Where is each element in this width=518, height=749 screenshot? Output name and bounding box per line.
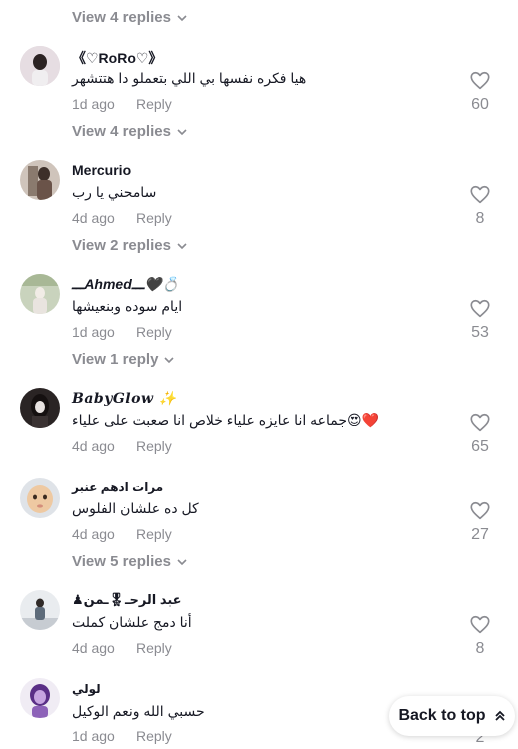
comment-meta: 4d ago Reply (72, 640, 172, 656)
comment-date: 1d ago (72, 96, 115, 112)
comment-text: حسبي الله ونعم الوكيل (72, 703, 205, 719)
comment-meta: 1d ago Reply (72, 728, 172, 744)
like-button[interactable]: 8 (462, 614, 498, 658)
comment-meta: 1d ago Reply (72, 324, 172, 340)
avatar[interactable] (20, 46, 60, 86)
reply-button[interactable]: Reply (136, 526, 172, 542)
avatar[interactable] (20, 388, 60, 428)
comment-text: أنا دمج علشان كملت (72, 614, 192, 630)
comment-meta: 4d ago Reply (72, 526, 172, 542)
avatar-image (20, 678, 60, 718)
heart-icon (470, 413, 490, 432)
reply-button[interactable]: Reply (136, 438, 172, 454)
comment-meta: 1d ago Reply (72, 96, 172, 112)
back-to-top-button[interactable]: Back to top (389, 696, 515, 736)
reply-button[interactable]: Reply (136, 640, 172, 656)
comment-username[interactable]: ♟عبد الرحـ🎖ـمن (72, 592, 182, 608)
heart-icon (470, 299, 490, 318)
comment-text: سامحني يا رب (72, 184, 157, 200)
reply-button[interactable]: Reply (136, 210, 172, 226)
like-button[interactable]: 27 (462, 500, 498, 544)
comment-username[interactable]: Mercurio (72, 162, 131, 178)
comment-date: 4d ago (72, 526, 115, 542)
heart-icon (470, 501, 490, 520)
reply-button[interactable]: Reply (136, 728, 172, 744)
comment-date: 4d ago (72, 640, 115, 656)
view-replies-label: View 4 replies (72, 123, 171, 140)
comment-date: 4d ago (72, 210, 115, 226)
chevron-down-icon (177, 558, 187, 565)
chevron-down-icon (177, 14, 187, 21)
avatar[interactable] (20, 478, 60, 518)
like-count: 60 (471, 96, 489, 113)
avatar-image (20, 46, 60, 86)
view-replies-label: View 5 replies (72, 553, 171, 570)
comment-username[interactable]: 《♡RoRo♡》 (72, 48, 162, 68)
avatar[interactable] (20, 678, 60, 718)
double-chevron-up-icon (494, 710, 505, 721)
comment-date: 1d ago (72, 728, 115, 744)
view-replies-button[interactable]: View 4 replies (72, 9, 187, 26)
comment-username[interactable]: مرات ادهم عنبر (72, 480, 163, 494)
view-replies-button[interactable]: View 5 replies (72, 553, 187, 570)
comment-username[interactable]: ـــAhmedـــ🖤💍 (72, 276, 179, 293)
view-replies-button[interactable]: View 1 reply (72, 351, 175, 368)
like-count: 65 (471, 438, 489, 455)
like-count: 27 (471, 526, 489, 543)
avatar-image (20, 388, 60, 428)
chevron-down-icon (177, 128, 187, 135)
comment-text: ايام سوده وبنعيشها (72, 298, 183, 314)
comment-meta: 4d ago Reply (72, 438, 172, 454)
view-replies-button[interactable]: View 4 replies (72, 123, 187, 140)
heart-icon (470, 71, 490, 90)
back-to-top-label: Back to top (398, 707, 486, 724)
like-button[interactable]: 60 (462, 70, 498, 114)
comment-username[interactable]: لولي (72, 682, 101, 696)
comment-text: هيا فكره نفسها بي اللي بتعملو دا هتتشهر (72, 70, 307, 86)
view-replies-button[interactable]: View 2 replies (72, 237, 187, 254)
reply-button[interactable]: Reply (136, 96, 172, 112)
comment-text: جماعه انا عايزه علياء خلاص انا صعبت على … (72, 412, 380, 428)
chevron-down-icon (177, 242, 187, 249)
heart-icon (470, 185, 490, 204)
view-replies-label: View 4 replies (72, 9, 171, 26)
like-count: 8 (475, 210, 485, 227)
avatar[interactable] (20, 274, 60, 314)
avatar-image (20, 478, 60, 518)
like-count: 8 (475, 640, 485, 657)
comment-meta: 4d ago Reply (72, 210, 172, 226)
avatar[interactable] (20, 160, 60, 200)
comment-date: 1d ago (72, 324, 115, 340)
avatar-image (20, 160, 60, 200)
like-button[interactable]: 53 (462, 298, 498, 342)
avatar-image (20, 590, 60, 630)
like-button[interactable]: 65 (462, 412, 498, 456)
reply-button[interactable]: Reply (136, 324, 172, 340)
comment-username[interactable]: BabyGlow ✨ (72, 391, 177, 407)
avatar-image (20, 274, 60, 314)
heart-icon (470, 615, 490, 634)
like-button[interactable]: 8 (462, 184, 498, 228)
avatar[interactable] (20, 590, 60, 630)
comment-date: 4d ago (72, 438, 115, 454)
chevron-down-icon (164, 356, 175, 363)
like-count: 53 (471, 324, 489, 341)
comment-text: كل ده علشان الفلوس (72, 500, 199, 516)
view-replies-label: View 1 reply (72, 351, 159, 368)
view-replies-label: View 2 replies (72, 237, 171, 254)
